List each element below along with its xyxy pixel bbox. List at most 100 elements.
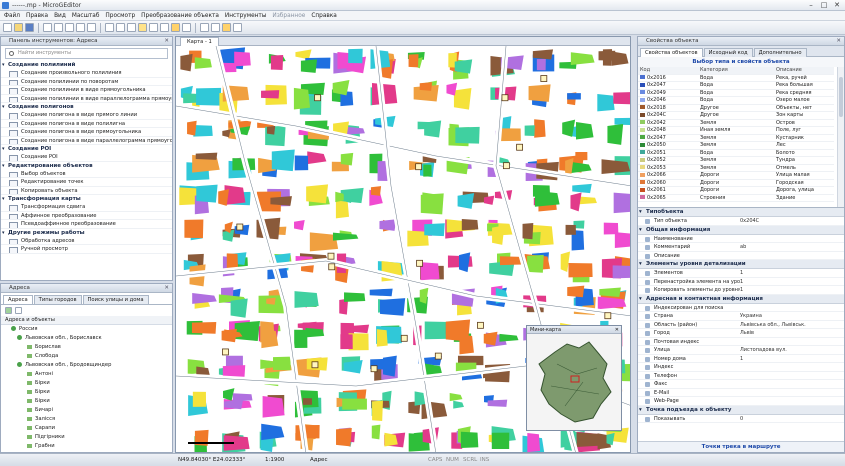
property-row[interactable]: Элементов 1 xyxy=(638,269,844,278)
property-row[interactable]: Описание xyxy=(638,252,844,260)
type-row[interactable]: 0x2018 Другое Объекты, нет xyxy=(638,104,834,113)
tool-item[interactable]: Создание полилинии в виде прямоугольника xyxy=(1,86,172,95)
hand-icon[interactable] xyxy=(127,23,136,32)
tree-node[interactable]: Слобода xyxy=(5,352,172,361)
undo-icon[interactable] xyxy=(76,23,85,32)
property-section-header[interactable]: Точка подъезда к объекту xyxy=(638,405,844,415)
tool-item[interactable]: Создание полилинии по поворотам xyxy=(1,78,172,86)
building-polygon[interactable] xyxy=(568,263,593,278)
poi-marker-icon[interactable] xyxy=(516,143,524,151)
building-polygon[interactable] xyxy=(419,82,433,91)
tool-item[interactable]: Создание полигона в виде прямого линии xyxy=(1,111,172,120)
poi-icon[interactable] xyxy=(171,23,180,32)
building-polygon[interactable] xyxy=(576,121,594,140)
type-row[interactable]: 0x2065 Строения Здание xyxy=(638,194,834,203)
building-polygon[interactable] xyxy=(455,126,480,144)
property-value[interactable]: 1 xyxy=(740,278,844,286)
poi-marker-icon[interactable] xyxy=(222,348,229,356)
building-polygon[interactable] xyxy=(613,92,631,105)
redo-icon[interactable] xyxy=(87,23,96,32)
type-row[interactable]: 0x2053 Земля Отмель xyxy=(638,164,834,173)
type-row[interactable]: 0x2042 Земля Остров xyxy=(638,119,834,128)
tree-node[interactable]: Антоні xyxy=(5,370,172,379)
menu-transform[interactable]: Преобразование объекта xyxy=(141,13,219,19)
building-polygon[interactable] xyxy=(483,331,498,346)
tab-street-search[interactable]: Поиск улицы и дома xyxy=(82,295,149,304)
tool-item[interactable]: Псевдоаффинное преобразование xyxy=(1,220,172,229)
building-polygon[interactable] xyxy=(193,125,213,137)
type-row[interactable]: 0x2061 Дороги Дорога, улица xyxy=(638,186,834,195)
menu-view[interactable]: Вид xyxy=(54,13,66,19)
building-polygon[interactable] xyxy=(302,398,313,405)
tree-node[interactable]: Бірки xyxy=(5,397,172,406)
tree-node[interactable]: Залісся xyxy=(5,415,172,424)
building-polygon[interactable] xyxy=(293,87,311,110)
col-description[interactable]: Описание xyxy=(774,67,834,75)
building-polygon[interactable] xyxy=(266,297,276,305)
property-row[interactable]: Почтовая индекс xyxy=(638,338,844,346)
building-polygon[interactable] xyxy=(230,298,248,318)
property-row[interactable]: Область (район) Львівська обл., Львівськ. xyxy=(638,321,844,329)
building-polygon[interactable] xyxy=(612,265,631,279)
building-polygon[interactable] xyxy=(459,334,474,355)
property-value[interactable]: Украина xyxy=(740,312,844,320)
property-row[interactable]: Наименование xyxy=(638,235,844,243)
tree-node[interactable]: Россия xyxy=(5,325,172,334)
type-row[interactable]: 0x2052 Земля Тундра xyxy=(638,156,834,165)
property-section-header[interactable]: Элементы уровня детализации xyxy=(638,260,844,269)
tab-source-code[interactable]: Исходный код xyxy=(703,48,753,57)
building-polygon[interactable] xyxy=(524,125,535,137)
copy-icon[interactable] xyxy=(54,23,63,32)
building-polygon[interactable] xyxy=(567,285,585,298)
building-polygon[interactable] xyxy=(272,356,291,371)
type-row[interactable]: 0x2050 Земля Лес xyxy=(638,141,834,150)
building-polygon[interactable] xyxy=(195,152,218,160)
building-polygon[interactable] xyxy=(342,398,367,410)
building-polygon[interactable] xyxy=(336,427,352,447)
tab-city-types[interactable]: Типы городов xyxy=(33,295,82,304)
grid-icon[interactable] xyxy=(211,23,220,32)
building-polygon[interactable] xyxy=(180,53,193,72)
property-value[interactable]: 0 xyxy=(740,415,844,423)
building-polygon[interactable] xyxy=(294,155,309,171)
menu-file[interactable]: Файл xyxy=(4,13,20,19)
building-polygon[interactable] xyxy=(294,291,319,308)
building-polygon[interactable] xyxy=(424,223,445,237)
property-section-header[interactable]: Общая информация xyxy=(638,225,844,235)
layers-icon[interactable] xyxy=(200,23,209,32)
building-polygon[interactable] xyxy=(262,395,285,418)
building-polygon[interactable] xyxy=(271,149,295,172)
tree-node[interactable]: Бичарі xyxy=(5,406,172,415)
save-icon[interactable] xyxy=(25,23,34,32)
property-value[interactable]: Львівська обл., Львівськ. xyxy=(740,321,844,329)
tree-node[interactable]: Бірки xyxy=(5,379,172,388)
property-value[interactable]: 0x204C xyxy=(740,217,844,225)
overview-map[interactable] xyxy=(527,334,621,430)
tree-node[interactable]: Борислав xyxy=(5,343,172,352)
building-polygon[interactable] xyxy=(382,355,397,377)
property-row[interactable]: Факс xyxy=(638,380,844,389)
property-value[interactable] xyxy=(740,235,844,243)
property-value[interactable]: Листопадова вул. xyxy=(740,346,844,354)
building-polygon[interactable] xyxy=(376,329,388,347)
property-value[interactable] xyxy=(740,252,844,260)
property-value[interactable] xyxy=(740,338,844,346)
tool-item[interactable]: Выбор объектов xyxy=(1,170,172,178)
building-polygon[interactable] xyxy=(607,123,624,145)
property-value[interactable]: 1 xyxy=(740,286,844,294)
close-icon[interactable]: ✕ xyxy=(164,37,169,46)
zoom-in-icon[interactable] xyxy=(105,23,114,32)
building-polygon[interactable] xyxy=(408,54,419,68)
building-polygon[interactable] xyxy=(602,49,613,66)
property-value[interactable]: 1 xyxy=(740,355,844,363)
type-row[interactable]: 0x2066 Дороги Улица малая xyxy=(638,171,834,180)
menu-favorites[interactable]: Избранное xyxy=(272,13,305,19)
building-polygon[interactable] xyxy=(370,186,382,196)
building-polygon[interactable] xyxy=(522,222,534,240)
property-row[interactable]: Город Львів xyxy=(638,329,844,338)
tool-item[interactable]: Копировать объекта xyxy=(1,187,172,195)
tool-item[interactable]: Трансформация сдвига xyxy=(1,203,172,212)
building-polygon[interactable] xyxy=(196,184,218,203)
building-polygon[interactable] xyxy=(527,254,544,273)
building-polygon[interactable] xyxy=(420,262,440,281)
